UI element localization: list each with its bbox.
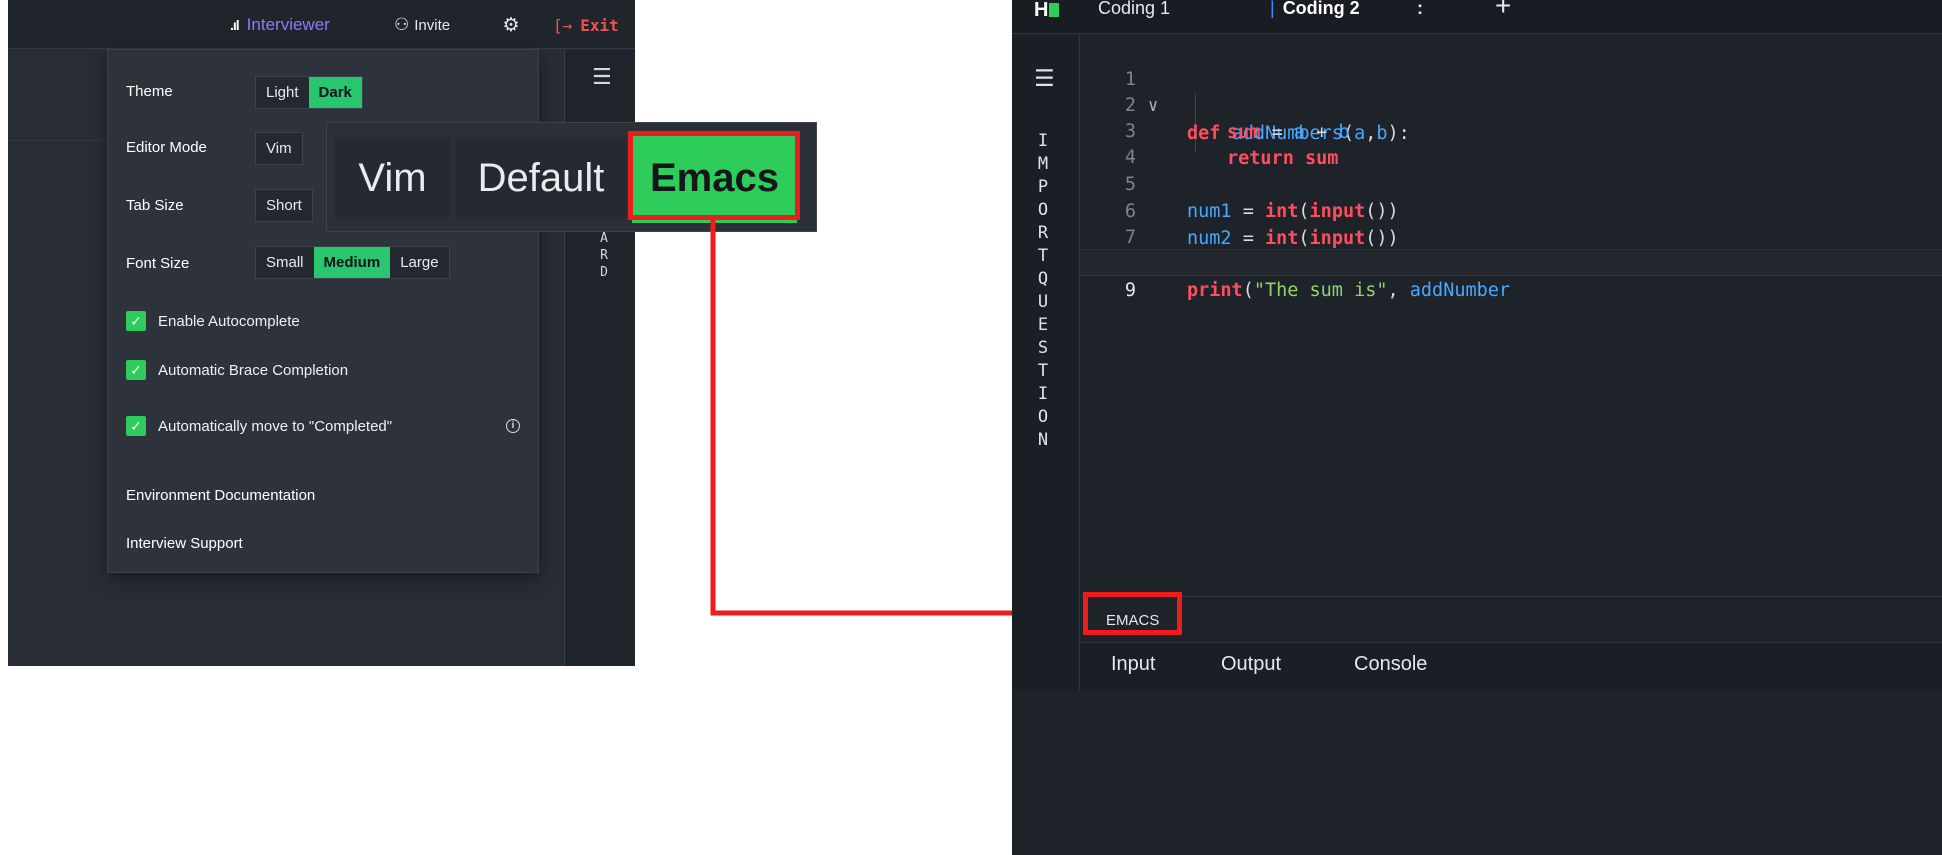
check-icon: ✓ — [126, 311, 146, 331]
exit-label: Exit — [580, 15, 619, 35]
theme-option-light[interactable]: Light — [256, 77, 309, 108]
tab-input[interactable]: Input — [1111, 653, 1155, 676]
checkbox-label: Automatically move to "Completed" — [158, 417, 393, 435]
code-line: 4 — [1080, 117, 1942, 168]
file-tab-bar: H Coding 1 | Coding 2 : + — [1012, 0, 1942, 34]
mode-indicator-highlight-box — [1083, 592, 1182, 635]
gear-icon: ⚙ — [502, 14, 520, 36]
tab-label: Coding 2 — [1282, 0, 1360, 18]
brace-completion-checkbox[interactable]: ✓ Automatic Brace Completion — [126, 360, 348, 380]
line-number: 9 — [1124, 280, 1136, 301]
code-editor[interactable]: 1 ∨ def addNumbers(a,b): 2 sum = a + b 3… — [1080, 35, 1942, 595]
role-label: Interviewer — [246, 15, 330, 34]
exit-button[interactable]: [→ Exit — [553, 12, 619, 38]
tab-size-selector: Short — [255, 189, 313, 222]
invite-label: Invite — [414, 16, 451, 34]
code-line-current: 9 — [1080, 249, 1942, 301]
code-line: 6 num2 = int(input()) — [1080, 171, 1942, 249]
tab-size-option-short[interactable]: Short — [256, 190, 312, 221]
code-line: 1 ∨ def addNumbers(a,b): — [1080, 39, 1942, 144]
enable-autocomplete-checkbox[interactable]: ✓ Enable Autocomplete — [126, 311, 300, 331]
code-line: 3 return sum — [1080, 91, 1942, 169]
import-question-vertical-label[interactable]: IMPORT QUESTION — [1033, 130, 1053, 452]
check-icon: ✓ — [126, 416, 146, 436]
settings-button[interactable]: ⚙ — [496, 10, 526, 40]
add-tab-button[interactable]: + — [1495, 0, 1511, 22]
top-bar: .ıl Interviewer ⚇ Invite ⚙ [→ Exit — [8, 0, 635, 49]
environment-documentation-link[interactable]: Environment Documentation — [126, 487, 315, 504]
invite-button[interactable]: ⚇ Invite — [394, 12, 450, 38]
zoom-option-vim[interactable]: Vim — [335, 137, 450, 219]
tab-coding-1[interactable]: Coding 1 — [1098, 0, 1170, 19]
font-size-option-large[interactable]: Large — [390, 247, 448, 278]
editor-mode-label: Editor Mode — [126, 139, 207, 156]
app-logo-icon: H — [1034, 0, 1060, 21]
hamburger-menu-icon[interactable]: ☰ — [592, 64, 612, 90]
rail-vertical-label[interactable]: ARD — [598, 230, 610, 281]
left-side-column: ☰ IMPORT QUESTION — [1012, 35, 1080, 690]
theme-option-dark[interactable]: Dark — [308, 77, 362, 108]
font-size-option-medium[interactable]: Medium — [313, 247, 391, 278]
theme-label: Theme — [126, 83, 173, 100]
tab-output[interactable]: Output — [1221, 653, 1281, 676]
checkbox-label: Automatic Brace Completion — [158, 361, 349, 379]
tab-coding-2[interactable]: | Coding 2 — [1270, 0, 1360, 19]
active-tab-marker: | — [1270, 0, 1275, 18]
font-size-option-small[interactable]: Small — [256, 247, 314, 278]
interview-support-link[interactable]: Interview Support — [126, 535, 243, 552]
right-editor-window: H Coding 1 | Coding 2 : + ☰ IMPORT QUESTI… — [1012, 0, 1942, 855]
font-size-label: Font Size — [126, 255, 190, 272]
hamburger-menu-icon[interactable]: ☰ — [1034, 65, 1055, 92]
code-line: 7 — [1080, 197, 1942, 248]
font-size-selector: Small Medium Large — [255, 246, 450, 279]
exit-icon: [→ — [553, 15, 573, 35]
code-line: 2 sum = a + b — [1080, 65, 1942, 143]
theme-selector: Light Dark — [255, 76, 363, 109]
check-icon: ✓ — [126, 360, 146, 380]
info-icon[interactable]: i — [506, 419, 520, 433]
zoom-option-default[interactable]: Default — [456, 137, 626, 219]
emacs-highlight-box — [628, 131, 800, 220]
bottom-tab-bar: Input Output Console — [1080, 642, 1942, 690]
tab-options-icon[interactable]: : — [1417, 0, 1423, 19]
status-bar: EMACS — [1080, 596, 1942, 642]
code-text: print("The sum is", addNumber — [1187, 280, 1511, 301]
signal-bars-icon: .ıl — [230, 17, 240, 33]
checkbox-label: Enable Autocomplete — [158, 312, 300, 330]
tab-size-label: Tab Size — [126, 197, 184, 214]
editor-mode-option-vim[interactable]: Vim — [256, 133, 302, 164]
editor-mode-selector: Vim — [255, 132, 303, 165]
code-line: 8 print("The sum is", addNumber — [1080, 223, 1942, 301]
tab-console[interactable]: Console — [1354, 653, 1427, 676]
add-user-icon: ⚇ — [394, 15, 410, 34]
interviewer-role-indicator[interactable]: .ıl Interviewer — [230, 12, 330, 38]
left-editor-window: .ıl Interviewer ⚇ Invite ⚙ [→ Exit ✓ ☰ A… — [8, 0, 635, 666]
code-line: 5 num1 = int(input()) — [1080, 144, 1942, 222]
auto-move-completed-checkbox[interactable]: ✓ Automatically move to "Completed" — [126, 416, 392, 436]
